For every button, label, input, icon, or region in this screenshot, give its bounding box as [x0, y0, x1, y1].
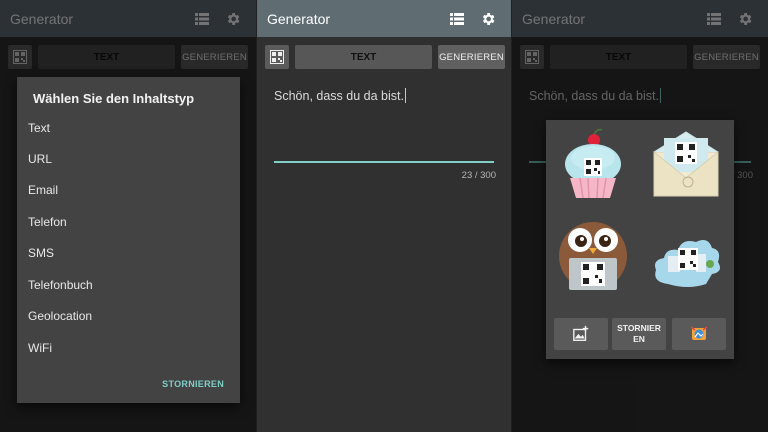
generate-button[interactable]: GENERIEREN	[438, 45, 505, 69]
qr-icon	[270, 50, 284, 64]
city-cloud-qr-icon[interactable]	[648, 226, 724, 292]
option-sms[interactable]: SMS	[28, 246, 54, 260]
option-url[interactable]: URL	[28, 152, 52, 166]
option-telefon[interactable]: Telefon	[28, 215, 67, 229]
option-wifi[interactable]: WiFi	[28, 341, 52, 355]
text-input[interactable]: Schön, dass du da bist.	[274, 88, 497, 103]
gear-icon[interactable]	[480, 11, 496, 27]
add-image-icon	[573, 325, 589, 341]
template-dialog: STORNIER EN	[546, 120, 734, 359]
cupcake-qr-icon[interactable]	[558, 128, 628, 200]
app-title: Generator	[267, 10, 331, 27]
screen-content-type-dialog: Generator TEXT GENERIEREN Wählen Sie den…	[0, 0, 256, 432]
list-icon[interactable]	[449, 11, 465, 27]
add-image-button[interactable]	[554, 318, 608, 350]
content-type-dialog: Wählen Sie den Inhaltstyp Text URL Email…	[17, 77, 240, 403]
gallery-button[interactable]	[672, 318, 726, 350]
cancel-button[interactable]: STORNIEREN	[612, 318, 666, 350]
option-geolocation[interactable]: Geolocation	[28, 309, 92, 323]
owl-laptop-qr-icon[interactable]	[554, 216, 632, 294]
option-email[interactable]: Email	[28, 183, 58, 197]
gallery-icon	[690, 326, 708, 340]
cancel-button[interactable]: STORNIEREN	[162, 379, 224, 389]
app-bar: Generator	[257, 0, 511, 37]
cancel-label: STORNIER EN	[617, 323, 661, 344]
dialog-title: Wählen Sie den Inhaltstyp	[33, 91, 195, 106]
envelope-qr-icon[interactable]	[648, 130, 724, 198]
text-input-value: Schön, dass du da bist.	[274, 89, 404, 103]
screen-text-editor: Generator TEXT GENERIEREN Schön, dass du…	[257, 0, 511, 432]
content-type-button[interactable]: TEXT	[295, 45, 432, 69]
option-telefonbuch[interactable]: Telefonbuch	[28, 278, 93, 292]
toolbar: TEXT GENERIEREN	[257, 45, 511, 69]
text-cursor	[404, 88, 406, 103]
character-counter: 23 / 300	[461, 170, 496, 181]
input-underline	[274, 161, 494, 163]
qr-scan-button[interactable]	[265, 45, 289, 69]
option-text[interactable]: Text	[28, 121, 50, 135]
